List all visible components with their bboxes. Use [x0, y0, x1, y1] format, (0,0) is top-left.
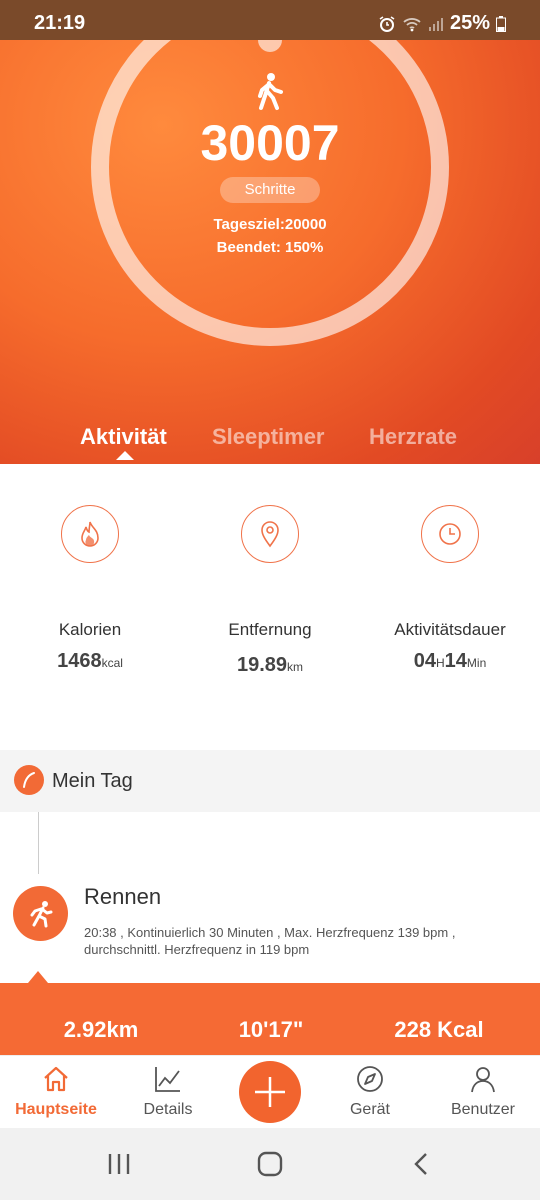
duration-hours-unit: H: [435, 656, 445, 670]
nav-user[interactable]: Benutzer: [428, 1064, 538, 1119]
plus-icon: [255, 1077, 285, 1107]
nav-details[interactable]: Details: [113, 1064, 223, 1119]
duration-label: Aktivitätsdauer: [394, 620, 506, 639]
back-button[interactable]: [401, 1146, 441, 1182]
tab-active-indicator: [116, 451, 134, 460]
alarm-icon: [379, 15, 395, 32]
daily-goal: Tagesziel:20000: [213, 216, 327, 233]
calories-number: 1468: [57, 650, 102, 672]
timeline-line: [38, 812, 39, 874]
nav-home[interactable]: Hauptseite: [1, 1064, 111, 1119]
battery-percent: 25%: [449, 12, 490, 34]
compass-icon: [357, 1066, 383, 1092]
back-chevron-icon: [414, 1153, 427, 1175]
duration-stat-icon: [421, 505, 479, 563]
distance-label: Entfernung: [228, 620, 312, 639]
home-square-icon: [257, 1151, 283, 1177]
summary-calories: 228 Kcal: [394, 1017, 484, 1042]
my-day-header: Mein Tag: [0, 750, 540, 812]
duration-minutes-unit: Min: [466, 656, 487, 670]
running-icon: [30, 900, 52, 927]
nav-user-label: Benutzer: [450, 1101, 516, 1118]
status-time: 21:19: [34, 12, 86, 34]
user-icon: [471, 1067, 495, 1093]
activity-detail: 20:38 , Kontinuierlich 30 Minuten , Max.…: [84, 925, 456, 957]
location-pin-icon: [261, 521, 279, 548]
tab-herzrate[interactable]: Herzrate: [369, 424, 457, 450]
steps-label-badge: Schritte: [220, 177, 320, 203]
activity-summary-bar: 2.92km 10'17" 228 Kcal: [0, 983, 540, 1055]
recent-apps-icon: [108, 1154, 130, 1174]
calories-stat-icon: [61, 505, 119, 563]
duration-hours: 04: [413, 650, 436, 672]
activity-hero: 30007 Schritte Tagesziel:20000 Beendet: …: [0, 40, 540, 464]
walking-icon: [258, 73, 283, 110]
feather-icon: [23, 772, 35, 788]
tab-sleeptimer[interactable]: Sleeptimer: [212, 424, 325, 450]
nav-device[interactable]: Gerät: [315, 1064, 425, 1119]
calories-value: 1468kcal: [0, 650, 180, 673]
distance-stat-icon: [241, 505, 299, 563]
tab-aktivitaet[interactable]: Aktivität: [80, 424, 167, 450]
battery-icon: [496, 15, 506, 32]
bottom-navigation: Hauptseite Details Gerät Benutzer: [0, 1055, 540, 1128]
goal-completed: Beendet: 150%: [216, 239, 324, 256]
duration-value: 04H14Min: [360, 650, 540, 673]
distance-unit: km: [287, 660, 304, 674]
status-bar: 21:19 25%: [0, 0, 540, 40]
calories-unit: kcal: [101, 656, 123, 670]
status-icons: 25%: [378, 12, 506, 35]
nav-device-label: Gerät: [349, 1101, 390, 1118]
nav-details-label: Details: [143, 1101, 193, 1118]
signal-icon: [428, 17, 443, 31]
stats-panel: Kalorien Entfernung Aktivitätsdauer 1468…: [0, 464, 540, 750]
nav-home-label: Hauptseite: [15, 1101, 97, 1118]
distance-number: 19.89: [236, 654, 288, 676]
summary-notch: [28, 971, 48, 983]
calories-label: Kalorien: [58, 620, 122, 639]
add-button[interactable]: [239, 1061, 301, 1123]
flame-icon: [81, 521, 99, 547]
my-day-title: Mein Tag: [52, 770, 133, 792]
home-icon: [44, 1066, 68, 1092]
home-system-button[interactable]: [250, 1146, 290, 1182]
summary-pace: 10'17": [238, 1017, 304, 1042]
activity-title[interactable]: Rennen: [84, 884, 161, 910]
wifi-icon: [403, 17, 421, 31]
run-activity-icon[interactable]: [13, 886, 68, 941]
system-navigation-bar: [0, 1128, 540, 1200]
chart-icon: [155, 1067, 180, 1092]
distance-value: 19.89km: [180, 654, 360, 677]
steps-count: 30007: [200, 115, 340, 171]
tab-bar: Aktivität Sleeptimer Herzrate: [0, 424, 540, 464]
duration-minutes: 14: [444, 650, 467, 672]
my-day-icon: [14, 765, 44, 795]
summary-distance: 2.92km: [63, 1017, 139, 1042]
clock-icon: [439, 523, 461, 545]
recent-apps-button[interactable]: [99, 1146, 139, 1182]
